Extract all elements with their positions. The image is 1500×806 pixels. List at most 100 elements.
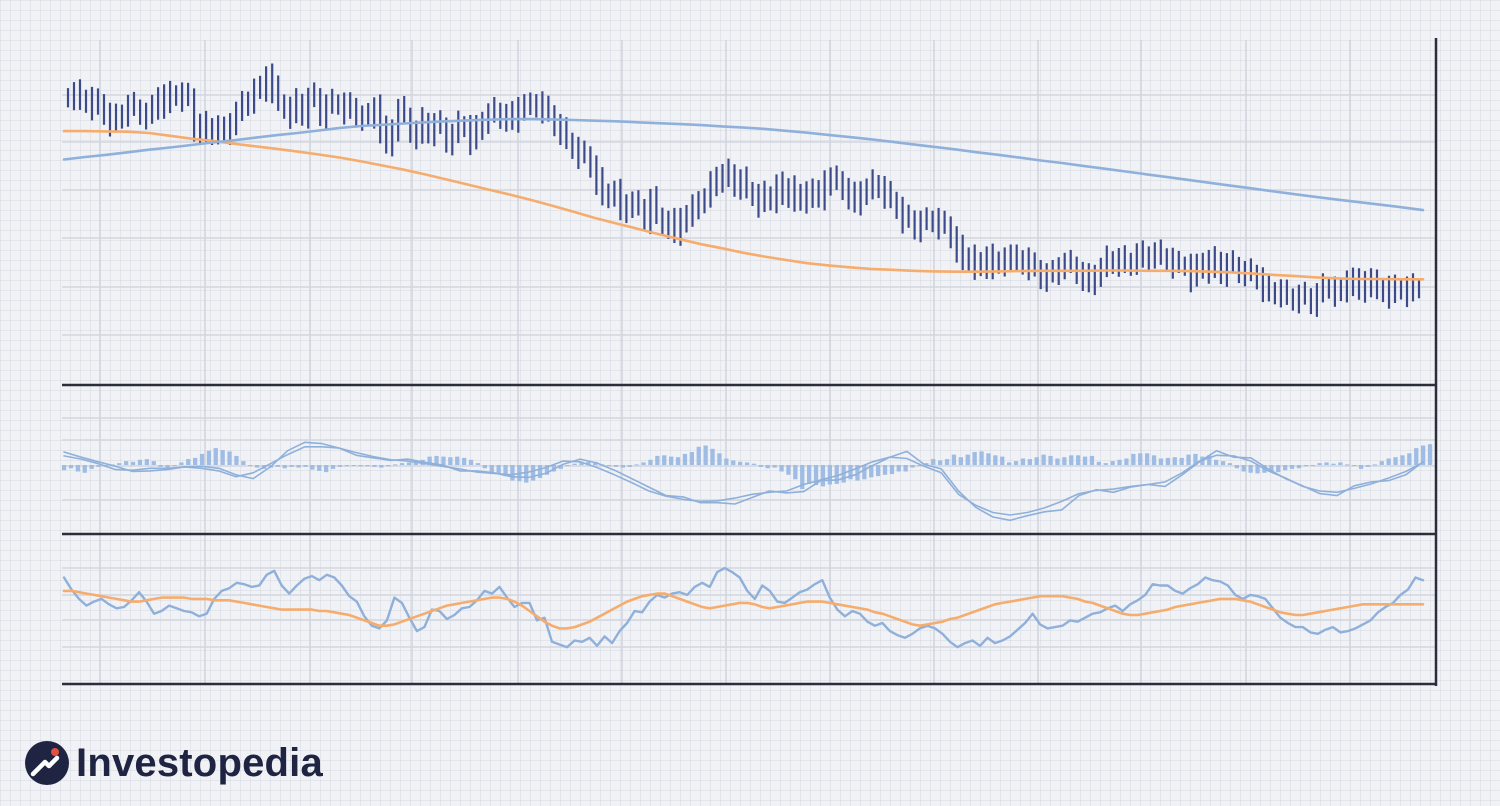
histogram-bar	[462, 457, 467, 465]
histogram-bar	[1020, 458, 1026, 465]
histogram-bar	[1069, 455, 1074, 466]
momentum-signal-line	[63, 445, 1424, 516]
brand-logo[interactable]: Investopedia	[24, 738, 323, 788]
histogram-bar	[876, 465, 881, 477]
histogram-bar	[1048, 455, 1053, 465]
histogram-bar	[193, 457, 198, 465]
histogram-bar	[365, 465, 370, 467]
histogram-bar	[524, 465, 529, 483]
histogram-bar	[482, 465, 487, 469]
momentum-panel	[61, 441, 1433, 522]
histogram-bar	[889, 465, 895, 475]
histogram-bar	[1427, 444, 1433, 465]
histogram-bar	[1386, 458, 1391, 465]
histogram-bar	[199, 453, 205, 465]
histogram-bar	[1186, 454, 1191, 465]
histogram-bar	[572, 463, 577, 465]
histogram-bar	[1124, 458, 1129, 465]
histogram-bar	[675, 457, 681, 465]
histogram-bar	[144, 459, 149, 465]
histogram-bar	[931, 459, 936, 465]
histogram-bar	[358, 465, 363, 467]
histogram-bar	[758, 465, 763, 467]
histogram-bar	[248, 465, 253, 466]
histogram-bar	[1214, 459, 1219, 465]
histogram-bar	[399, 463, 405, 465]
histogram-bar	[1117, 459, 1122, 465]
histogram-bar	[186, 459, 191, 465]
histogram-bar	[1096, 461, 1101, 466]
histogram-bar	[820, 465, 826, 487]
histogram-bar	[531, 465, 536, 481]
histogram-bar	[896, 465, 901, 472]
histogram-bar	[124, 461, 129, 465]
investopedia-logo-icon	[25, 741, 69, 785]
histogram-bar	[606, 465, 612, 466]
histogram-bar	[662, 455, 667, 466]
histogram-bar	[282, 465, 287, 469]
histogram-bar	[807, 465, 812, 484]
histogram-bar	[620, 465, 625, 468]
histogram-bar	[744, 462, 750, 465]
histogram-bar	[710, 448, 715, 466]
momentum-line	[63, 441, 1424, 522]
histogram-bar	[910, 465, 915, 468]
histogram-bar	[1324, 462, 1329, 465]
histogram-bar	[834, 465, 839, 484]
histogram-bar	[1345, 464, 1350, 466]
histogram-bar	[1220, 461, 1226, 465]
histogram-bar	[1131, 453, 1136, 465]
histogram-bar	[951, 454, 957, 465]
histogram-bar	[227, 451, 232, 465]
histogram-bar	[738, 461, 743, 466]
histogram-bar	[1400, 455, 1405, 466]
histogram-bar	[1317, 463, 1322, 465]
histogram-bar	[117, 463, 122, 465]
histogram-bar	[1414, 448, 1419, 465]
histogram-bar	[1234, 465, 1239, 469]
histogram-bar	[648, 459, 653, 465]
oscillator-average-line	[62, 589, 1425, 630]
histogram-bar	[151, 461, 156, 465]
histogram-bar	[406, 462, 412, 465]
histogram-bar	[1089, 455, 1095, 465]
histogram-bar	[634, 464, 639, 466]
histogram-bar	[751, 463, 757, 465]
histogram-bar	[1076, 455, 1081, 466]
histogram-bar	[1338, 462, 1343, 465]
histogram-bar	[1248, 465, 1253, 473]
histogram-bar	[772, 465, 777, 468]
histogram-bar	[68, 465, 74, 469]
histogram-bar	[765, 465, 770, 469]
histogram-bar	[986, 453, 991, 465]
histogram-bar	[903, 465, 908, 472]
histogram-bar	[882, 465, 888, 475]
histogram-bar	[1296, 465, 1302, 469]
histogram-bar	[1145, 453, 1150, 465]
histogram-bar	[137, 459, 143, 465]
histogram-bar	[468, 459, 474, 465]
histogram-bar	[96, 465, 101, 467]
histogram-bar	[641, 462, 646, 465]
histogram-bar	[1331, 463, 1336, 465]
histogram-bar	[220, 450, 225, 465]
histogram-bar	[61, 465, 67, 471]
histogram-bar	[337, 465, 343, 467]
histogram-bar	[862, 465, 867, 480]
histogram-bar	[1227, 463, 1233, 465]
histogram-bar	[296, 465, 301, 468]
histogram-bar	[1407, 453, 1412, 465]
histogram-bar	[944, 459, 950, 465]
histogram-bar	[1352, 465, 1357, 466]
histogram-bar	[793, 465, 798, 480]
histogram-bar	[1379, 461, 1384, 465]
histogram-bar	[1062, 457, 1067, 465]
histogram-bar	[448, 457, 453, 465]
histogram-bar	[1055, 458, 1060, 465]
histogram-bar	[289, 465, 294, 467]
histogram-bar	[1283, 465, 1288, 471]
histogram-bar	[351, 465, 356, 466]
histogram-bar	[303, 465, 308, 467]
histogram-bar	[1358, 465, 1364, 469]
histogram-bar	[89, 465, 94, 469]
